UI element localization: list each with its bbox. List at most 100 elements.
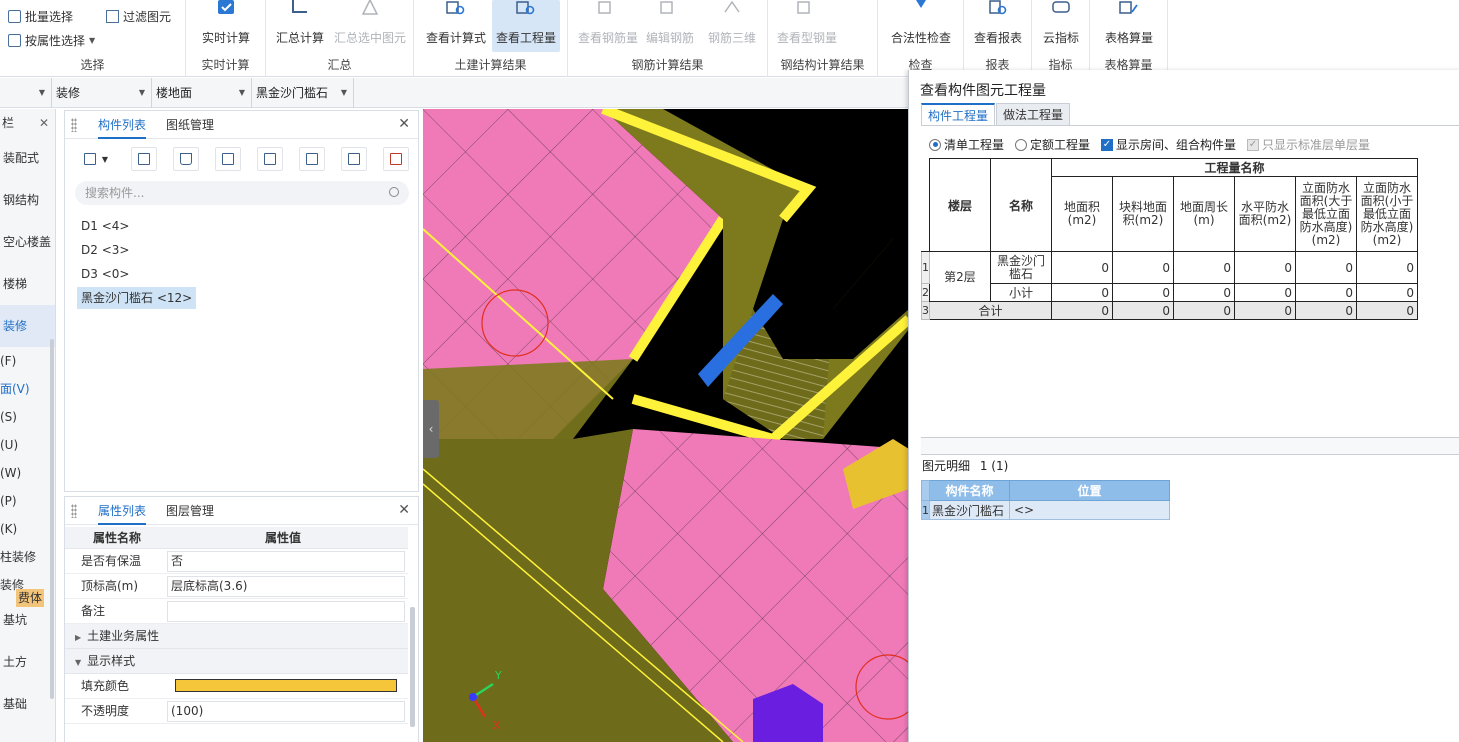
tab-property-list[interactable]: 属性列表: [98, 497, 147, 525]
summary-calc-button[interactable]: 汇总计算: [270, 0, 330, 52]
batch-select-button[interactable]: 批量选择: [8, 8, 73, 25]
nav-item-pit[interactable]: 基坑 费体: [0, 589, 55, 641]
category-selector[interactable]: 装修 ▼: [52, 78, 152, 108]
collapse-panel-handle[interactable]: ‹: [423, 400, 439, 458]
list-item[interactable]: D2 <3>: [77, 239, 133, 261]
attribute-edit-button[interactable]: [299, 147, 325, 171]
wall-band[interactable]: [423, 359, 633, 439]
layer-copy-button[interactable]: [257, 147, 283, 171]
civil-attributes-group[interactable]: ▶ 土建业务属性: [65, 624, 408, 649]
fill-color-field[interactable]: [167, 676, 405, 697]
property-value-field[interactable]: [167, 601, 405, 622]
table-row[interactable]: 1 第2层 黑金沙门槛石 0 0 0 0 0 0: [921, 251, 1418, 302]
header-floor-area: 地面积(m2): [1051, 176, 1113, 252]
property-table: 属性名称 属性值 是否有保温 否 顶标高(m) 层底标高(3.6) 备注 ▶ 土建…: [65, 527, 408, 724]
summary-calc-icon: [292, 0, 307, 13]
nav-item-foundation[interactable]: 基础: [0, 683, 55, 725]
list-quantity-radio[interactable]: 清单工程量: [929, 136, 1004, 153]
summary-selected-button[interactable]: 汇总选中图元: [330, 0, 410, 52]
floor-type-selector[interactable]: 楼地面 ▼: [152, 78, 252, 108]
property-panel-tabs: 属性列表 图层管理 ✕: [65, 497, 418, 525]
view-formula-button[interactable]: 查看计算式: [422, 0, 490, 52]
table-edit-icon: [1119, 1, 1138, 14]
tab-layer-management[interactable]: 图层管理: [166, 497, 214, 525]
standard-floor-only-checkbox[interactable]: ✓ 只显示标准层单层量: [1247, 136, 1370, 153]
copy-button[interactable]: [131, 147, 157, 171]
display-style-group[interactable]: ▼ 显示样式: [65, 649, 408, 674]
select-by-attribute-button[interactable]: 按属性选择 ▼: [8, 32, 95, 49]
property-value-field[interactable]: 层底标高(3.6): [167, 576, 405, 597]
tab-component-list[interactable]: 构件列表: [98, 111, 147, 139]
view-rebar-button[interactable]: 查看钢筋量: [576, 0, 640, 52]
filter-button[interactable]: 过滤图元: [106, 8, 171, 25]
property-value-field[interactable]: 否: [167, 551, 405, 572]
nav-sub-k[interactable]: (K): [0, 515, 55, 543]
panel-splitter[interactable]: [921, 437, 1459, 455]
nav-item-prefab[interactable]: 装配式: [0, 137, 55, 179]
first-selector[interactable]: ▼: [0, 78, 52, 108]
nav-sub-wall[interactable]: (W): [0, 459, 55, 487]
nav-item-earthwork[interactable]: 土方: [0, 641, 55, 683]
tab-component-quantity[interactable]: 构件工程量: [921, 103, 996, 125]
table-header-row: 构件名称 位置: [921, 480, 1170, 501]
3d-model-drawing[interactable]: Y X: [423, 109, 909, 742]
module-navigation: 栏 ✕ 装配式 钢结构 空心楼盖 楼梯 装修 (F) 面(V) (S) (U) …: [0, 109, 56, 742]
nav-scrollbar[interactable]: [50, 339, 54, 699]
table-row-total[interactable]: 3 合计 0 0 0 0 0 0: [921, 301, 1418, 320]
list-item-selected[interactable]: 黑金沙门槛石 <12>: [77, 287, 197, 309]
close-icon[interactable]: ✕: [398, 502, 410, 518]
property-scrollbar[interactable]: [410, 607, 415, 727]
nav-sub-column-deco[interactable]: 柱装修: [0, 543, 55, 571]
show-rooms-checkbox[interactable]: ✓ 显示房间、组合构件量: [1101, 136, 1236, 153]
quota-quantity-radio[interactable]: 定额工程量: [1015, 136, 1090, 153]
tab-method-quantity[interactable]: 做法工程量: [996, 103, 1071, 125]
chevron-down-icon: ▼: [89, 36, 96, 45]
component-selector[interactable]: 黑金沙门槛石 ▼: [252, 78, 354, 108]
header-perimeter: 地面周长(m): [1173, 176, 1235, 252]
edit-icon: [306, 153, 318, 165]
cloud-index-button[interactable]: 云指标: [1036, 0, 1086, 52]
close-icon[interactable]: ✕: [398, 116, 410, 132]
summary-selected-icon: [361, 0, 379, 15]
3d-viewport[interactable]: Y X: [423, 109, 909, 742]
edit-rebar-button[interactable]: 编辑钢筋: [642, 0, 698, 52]
close-icon[interactable]: ✕: [39, 109, 49, 137]
realtime-calc-icon: [218, 0, 234, 14]
nav-item-decoration[interactable]: 装修: [0, 305, 55, 347]
nav-sub-u[interactable]: (U): [0, 431, 55, 459]
nav-item-stairs[interactable]: 楼梯: [0, 263, 55, 305]
search-icon[interactable]: [389, 187, 399, 197]
nav-sub-floor[interactable]: (F): [0, 347, 55, 375]
nav-item-hollow-slab[interactable]: 空心楼盖: [0, 221, 55, 263]
table-quantity-button[interactable]: 表格算量: [1096, 0, 1162, 52]
cloud-index-icon: [1052, 1, 1070, 13]
view-report-button[interactable]: 查看报表: [968, 0, 1028, 52]
nav-sub-floor-surface[interactable]: 面(V): [0, 375, 55, 403]
opacity-field[interactable]: (100): [167, 701, 405, 722]
detail-view-button[interactable]: [383, 147, 409, 171]
drag-handle-icon[interactable]: [71, 504, 77, 518]
list-view-button[interactable]: [341, 147, 367, 171]
shield-check-icon: [916, 0, 926, 8]
rebar-3d-button[interactable]: 钢筋三维: [702, 0, 762, 52]
new-component-button[interactable]: ▼: [77, 147, 115, 171]
duplicate-button[interactable]: [215, 147, 241, 171]
realtime-calc-button[interactable]: 实时计算: [192, 0, 260, 52]
list-item[interactable]: D1 <4>: [77, 215, 133, 237]
list-item[interactable]: D3 <0>: [77, 263, 133, 285]
component-search-input[interactable]: 搜索构件...: [75, 181, 409, 205]
nav-item-steel[interactable]: 钢结构: [0, 179, 55, 221]
view-steel-button[interactable]: 查看型钢量: [772, 0, 842, 52]
view-steel-icon: [797, 1, 810, 14]
drag-handle-icon[interactable]: [71, 118, 77, 132]
tab-drawing-management[interactable]: 图纸管理: [166, 111, 214, 139]
table-row-subtotal[interactable]: 2 小计 0 0 0 0 0 0: [921, 283, 1418, 302]
nav-sub-p[interactable]: (P): [0, 487, 55, 515]
legality-check-button[interactable]: 合法性检查: [886, 0, 956, 52]
nav-sub-skirting[interactable]: (S): [0, 403, 55, 431]
table-row[interactable]: 1 黑金沙门槛石 <>: [921, 500, 1170, 520]
delete-button[interactable]: [173, 147, 199, 171]
realtime-group-label: 实时计算: [201, 58, 250, 72]
view-quantity-button[interactable]: 查看工程量: [492, 0, 560, 52]
fill-color-swatch[interactable]: [175, 679, 397, 692]
